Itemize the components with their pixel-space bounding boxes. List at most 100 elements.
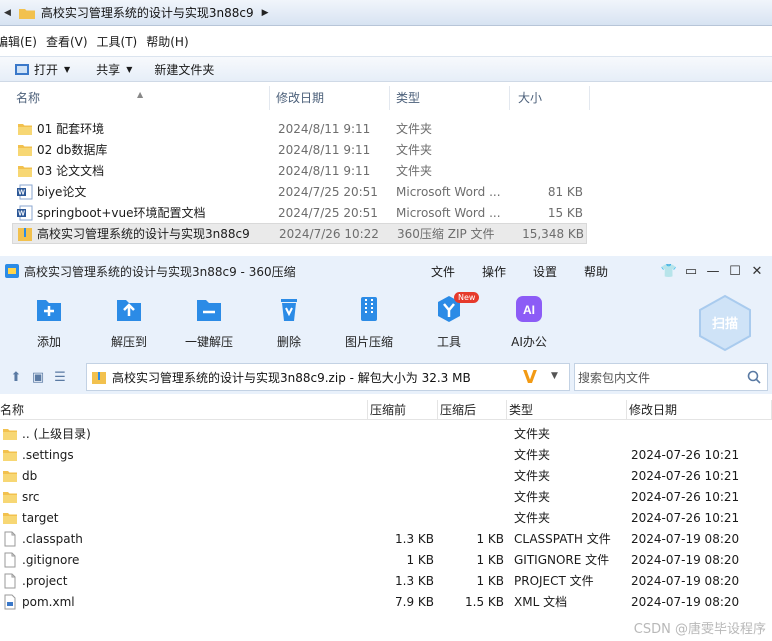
file-size: 15 KB [547, 205, 583, 220]
zip-file-row[interactable]: .classpath 1.3 KB 1 KB CLASSPATH 文件 2024-07-… [0, 528, 772, 549]
menu-help[interactable]: 帮助(H) [146, 33, 197, 50]
file-row[interactable]: Wbiye论文 2024/7/25 20:51 Microsoft Word ...… [0, 181, 590, 202]
file-row[interactable]: 03 论文文档 2024/8/11 9:11 文件夹 [0, 160, 590, 181]
chevron-down-icon: ▼ [64, 64, 71, 74]
search-placeholder: 搜索包内文件 [578, 370, 651, 385]
share-button[interactable]: 共享 ▼ [96, 61, 132, 78]
zip-file-row[interactable]: pom.xml 7.9 KB 1.5 KB XML 文档 2024-07-19 08:2… [0, 591, 772, 612]
file-type: 360压缩 ZIP 文件 [397, 227, 495, 241]
search-icon[interactable] [747, 370, 761, 384]
menu-tools[interactable]: 工具(T) [97, 33, 147, 50]
folder-icon [18, 144, 32, 156]
file-date: 2024/7/25 20:51 [278, 184, 378, 199]
file-row[interactable]: 01 配套环境 2024/8/11 9:11 文件夹 [0, 118, 590, 139]
menu-edit[interactable]: 编辑(E) [0, 33, 46, 50]
file-type: 文件夹 [396, 143, 433, 157]
ai-office-button[interactable]: AI AI办公 [494, 294, 564, 350]
new-folder-button[interactable]: 新建文件夹 [154, 61, 214, 78]
zip-size-before: 1.3 KB [395, 531, 434, 546]
zip-file-row[interactable]: target 文件夹 2024-07-26 10:21 [0, 507, 772, 528]
folder-icon [3, 470, 17, 482]
svg-text:W: W [18, 189, 25, 196]
file-row[interactable]: 高校实习管理系统的设计与实现3n88c9 2024/7/26 10:22 360压缩… [12, 223, 587, 244]
explorer-column-header: ▲ 名称 修改日期 类型 大小 [0, 86, 590, 110]
file-icon [4, 531, 16, 546]
address-bar[interactable]: ◀ 高校实习管理系统的设计与实现3n88c9 ▶ [0, 0, 772, 26]
file-name: 01 配套环境 [37, 122, 105, 136]
scan-button[interactable]: 扫描 [696, 294, 754, 352]
zip-file-name: .classpath [22, 531, 83, 546]
zip-file-type: 文件夹 [514, 511, 551, 525]
zip-file-date: 2024-07-26 10:21 [631, 468, 740, 483]
file-row[interactable]: Wspringboot+vue环境配置文档 2024/7/25 20:51 Micr… [0, 202, 590, 223]
zip-column-type[interactable]: 类型 [507, 400, 627, 419]
extract-to-button[interactable]: 解压到 [94, 294, 164, 350]
file-row[interactable]: 02 db数据库 2024/8/11 9:11 文件夹 [0, 139, 590, 160]
svg-text:扫描: 扫描 [712, 316, 738, 332]
zip-menu-action[interactable]: 操作 [482, 263, 506, 280]
zip-column-name[interactable]: 名称 [0, 400, 368, 419]
minimize-button[interactable]: — [702, 264, 724, 279]
column-size[interactable]: 大小 [510, 86, 590, 110]
tools-button[interactable]: New 工具 [414, 292, 484, 350]
zip-file-name: .. (上级目录) [22, 427, 91, 441]
zip-file-row[interactable]: .project 1.3 KB 1 KB PROJECT 文件 2024-07-19 0… [0, 570, 772, 591]
zip-file-row[interactable]: .gitignore 1 KB 1 KB GITIGNORE 文件 2024-07-19… [0, 549, 772, 570]
zip-file-row[interactable]: src 文件夹 2024-07-26 10:21 [0, 486, 772, 507]
zip-menu-help[interactable]: 帮助 [584, 263, 608, 280]
chevron-down-icon[interactable]: ▼ [551, 371, 558, 381]
address-path[interactable]: 高校实习管理系统的设计与实现3n88c9 [35, 4, 254, 21]
menu-view[interactable]: 查看(V) [46, 33, 97, 50]
file-date: 2024/8/11 9:11 [278, 163, 371, 178]
folder-icon [18, 8, 35, 19]
maximize-button[interactable]: ☐ [724, 264, 746, 279]
image-compress-button[interactable]: 图片压缩 [334, 294, 404, 350]
file-date: 2024/8/11 9:11 [278, 142, 371, 157]
chevron-right-icon[interactable]: ▶ [262, 8, 269, 18]
column-date[interactable]: 修改日期 [270, 86, 390, 110]
zip-size-before: 7.9 KB [395, 594, 434, 609]
file-date: 2024/7/26 10:22 [279, 226, 379, 241]
folder-icon [3, 512, 17, 524]
zip-address-bar[interactable]: 高校实习管理系统的设计与实现3n88c9.zip - 解包大小为 32.3 MB… [86, 363, 570, 391]
zip-file-row[interactable]: db 文件夹 2024-07-26 10:21 [0, 465, 772, 486]
file-type: Microsoft Word ... [396, 184, 501, 199]
zip-file-name: db [22, 468, 38, 483]
close-button[interactable]: ✕ [746, 264, 768, 279]
column-type[interactable]: 类型 [390, 86, 510, 110]
zip-file-date: 2024-07-26 10:21 [631, 489, 740, 504]
delete-icon [281, 299, 297, 321]
open-button[interactable]: 打开 ▼ [14, 61, 70, 78]
delete-button[interactable]: 删除 [254, 294, 324, 350]
zip-file-row[interactable]: .settings 文件夹 2024-07-26 10:21 [0, 444, 772, 465]
zip-menu-file[interactable]: 文件 [431, 263, 455, 280]
up-arrow-icon[interactable]: ⬆ [5, 370, 27, 385]
ai-office-icon: AI [516, 296, 542, 322]
skin-icon[interactable]: 👕 [658, 264, 680, 279]
back-arrow-icon[interactable]: ◀ [0, 8, 15, 18]
zip-file-name: .project [22, 573, 68, 588]
view-icon[interactable]: ▣ [27, 370, 49, 385]
zip-file-row[interactable]: .. (上级目录) 文件夹 [0, 423, 772, 444]
add-button[interactable]: 添加 [14, 294, 84, 350]
zip-file-type: 文件夹 [514, 490, 551, 504]
extract-to-icon [117, 300, 141, 321]
zip-search-input[interactable]: 搜索包内文件 [574, 363, 768, 391]
zip-column-after[interactable]: 压缩后 [438, 400, 507, 419]
list-view-icon[interactable]: ☰ [49, 370, 71, 385]
zip-menu-settings[interactable]: 设置 [533, 263, 557, 280]
file-size: 81 KB [547, 184, 583, 199]
vip-icon[interactable]: V [523, 367, 537, 388]
zip-file-name: target [22, 510, 59, 525]
feedback-icon[interactable]: ▭ [680, 264, 702, 279]
zip-size-after: 1 KB [476, 552, 504, 567]
file-icon [4, 552, 16, 567]
column-name[interactable]: ▲ 名称 [0, 86, 270, 110]
file-name: springboot+vue环境配置文档 [37, 206, 206, 220]
file-date: 2024/7/25 20:51 [278, 205, 378, 220]
zip-column-before[interactable]: 压缩前 [368, 400, 438, 419]
one-click-extract-button[interactable]: 一键解压 [174, 294, 244, 350]
zip-column-date[interactable]: 修改日期 [627, 400, 772, 419]
folder-icon [18, 123, 32, 135]
zip-file-name: src [22, 489, 40, 504]
